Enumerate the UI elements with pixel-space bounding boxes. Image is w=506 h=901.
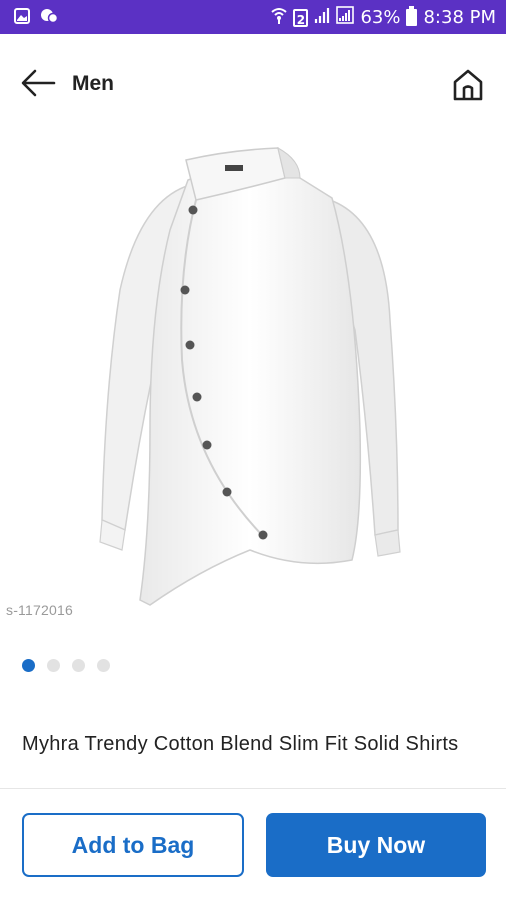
- add-to-bag-button[interactable]: Add to Bag: [22, 813, 244, 877]
- signal-r-icon: [336, 6, 355, 29]
- status-bar: 2 63% 8:38 PM: [0, 0, 506, 34]
- top-app-bar: Men: [0, 34, 506, 130]
- carousel-dot-4[interactable]: [97, 659, 110, 672]
- battery-percent: 63%: [360, 7, 401, 28]
- carousel-dot-2[interactable]: [47, 659, 60, 672]
- gallery-icon: [14, 8, 30, 29]
- product-title: Myhra Trendy Cotton Blend Slim Fit Solid…: [22, 733, 459, 755]
- carousel-dot-3[interactable]: [72, 659, 85, 672]
- arrow-left-icon: [21, 69, 56, 97]
- wifi-icon: [271, 6, 288, 29]
- product-sku: s-1172016: [6, 602, 73, 618]
- status-right-icons: 2 63% 8:38 PM: [271, 6, 496, 29]
- back-button[interactable]: [20, 68, 56, 98]
- home-button[interactable]: [452, 68, 484, 102]
- page-title: Men: [72, 72, 114, 95]
- chat-icon: [40, 8, 59, 29]
- carousel-dots: [22, 659, 110, 672]
- product-image-carousel[interactable]: [0, 130, 506, 630]
- buy-now-button[interactable]: Buy Now: [266, 813, 486, 877]
- status-left-icons: [14, 8, 59, 29]
- status-time: 8:38 PM: [423, 7, 496, 28]
- home-icon: [453, 69, 483, 101]
- sim-2-icon: 2: [293, 8, 309, 27]
- shirt-image: [99, 147, 401, 606]
- signal-icon: [314, 6, 330, 29]
- battery-icon: [406, 6, 418, 26]
- carousel-dot-1[interactable]: [22, 659, 35, 672]
- bottom-action-bar: Add to Bag Buy Now: [0, 788, 506, 901]
